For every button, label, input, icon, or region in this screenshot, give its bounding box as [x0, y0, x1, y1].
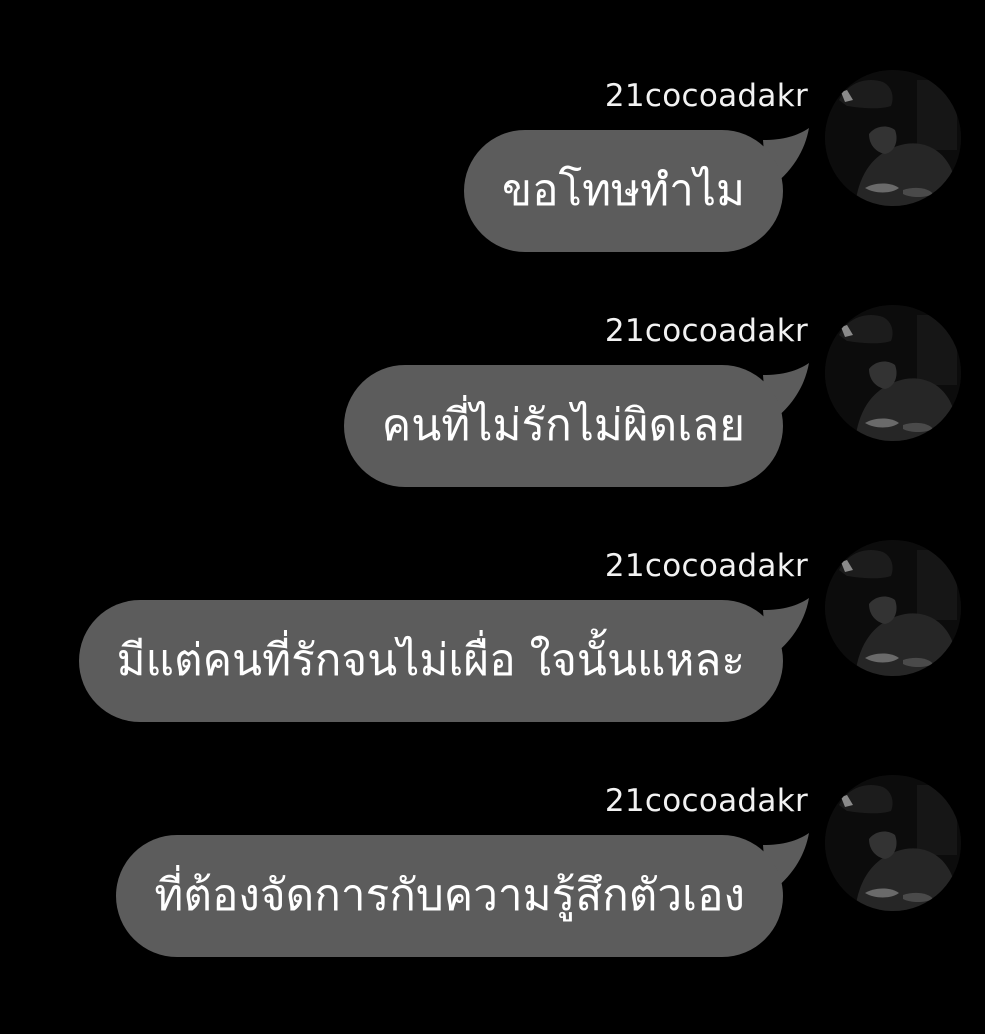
sender-username[interactable]: 21cocoadakr — [605, 76, 808, 116]
message-row: 21cocoadakr ที่ต้องจัดการกับความรู้สึกตั… — [0, 775, 985, 975]
user-avatar-photo-icon — [825, 540, 961, 676]
message-row: 21cocoadakr คนที่ไม่รักไม่ผิดเลย — [0, 305, 985, 505]
message-row: 21cocoadakr มีแต่คนที่รักจนไม่เผื่อ ใจนั… — [0, 540, 985, 740]
sender-username[interactable]: 21cocoadakr — [605, 546, 808, 586]
sender-username[interactable]: 21cocoadakr — [605, 311, 808, 351]
avatar[interactable] — [825, 775, 961, 911]
user-avatar-photo-icon — [825, 70, 961, 206]
message-bubble[interactable]: ที่ต้องจัดการกับความรู้สึกตัวเอง — [116, 835, 783, 957]
avatar[interactable] — [825, 305, 961, 441]
avatar[interactable] — [825, 540, 961, 676]
user-avatar-photo-icon — [825, 305, 961, 441]
avatar[interactable] — [825, 70, 961, 206]
message-bubble[interactable]: คนที่ไม่รักไม่ผิดเลย — [343, 365, 783, 487]
sender-username[interactable]: 21cocoadakr — [605, 781, 808, 821]
message-bubble[interactable]: ขอโทษทำไม — [464, 130, 783, 252]
user-avatar-photo-icon — [825, 775, 961, 911]
message-row: 21cocoadakr ขอโทษทำไม — [0, 70, 985, 270]
message-bubble[interactable]: มีแต่คนที่รักจนไม่เผื่อ ใจนั้นแหละ — [78, 600, 783, 722]
